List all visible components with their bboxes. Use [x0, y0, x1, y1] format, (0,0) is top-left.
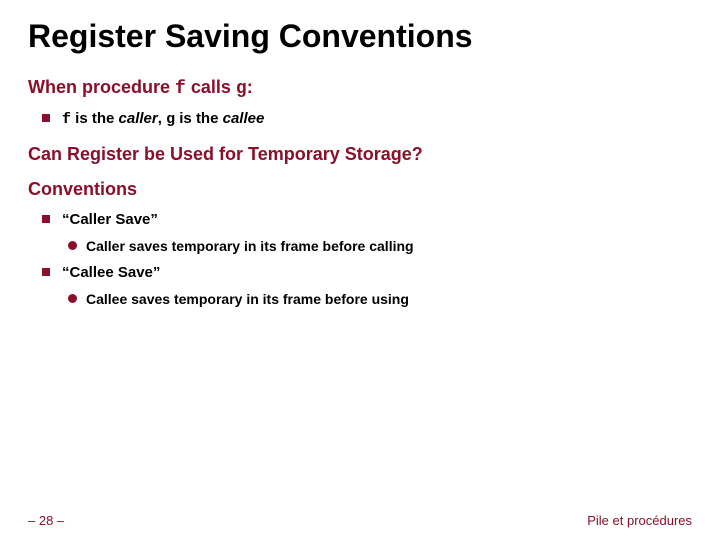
heading-when-calls: When procedure f calls g: — [28, 77, 692, 99]
code-f: f — [175, 79, 186, 99]
bullet-list-conventions: “Caller Save” Caller saves temporary in … — [28, 210, 692, 308]
text: When procedure — [28, 77, 175, 97]
code-f: f — [62, 111, 71, 128]
heading-conventions: Conventions — [28, 179, 692, 200]
sub-list-callee: Callee saves temporary in its frame befo… — [62, 290, 692, 309]
term-caller: caller — [119, 110, 158, 127]
text: , — [158, 110, 166, 127]
sub-callee-saves: Callee saves temporary in its frame befo… — [86, 290, 692, 309]
bullet-caller-save: “Caller Save” Caller saves temporary in … — [62, 210, 692, 255]
text: “Callee Save” — [62, 264, 160, 281]
text: : — [247, 77, 253, 97]
heading-temp-storage: Can Register be Used for Temporary Stora… — [28, 144, 692, 165]
slide-title: Register Saving Conventions — [28, 18, 692, 55]
footer-right: Pile et procédures — [587, 513, 692, 528]
text: calls — [186, 77, 236, 97]
page-number: – 28 – — [28, 513, 64, 528]
sub-list-caller: Caller saves temporary in its frame befo… — [62, 237, 692, 256]
footer: – 28 – Pile et procédures — [28, 513, 692, 528]
bullet-list-1: f is the caller, g is the callee — [28, 109, 692, 130]
text: is the — [175, 110, 223, 127]
term-callee: callee — [223, 110, 265, 127]
bullet-callee-save: “Callee Save” Callee saves temporary in … — [62, 263, 692, 308]
bullet-caller-callee: f is the caller, g is the callee — [62, 109, 692, 130]
code-g: g — [236, 79, 247, 99]
text: “Caller Save” — [62, 211, 158, 228]
text: is the — [71, 110, 119, 127]
sub-caller-saves: Caller saves temporary in its frame befo… — [86, 237, 692, 256]
code-g: g — [166, 111, 175, 128]
